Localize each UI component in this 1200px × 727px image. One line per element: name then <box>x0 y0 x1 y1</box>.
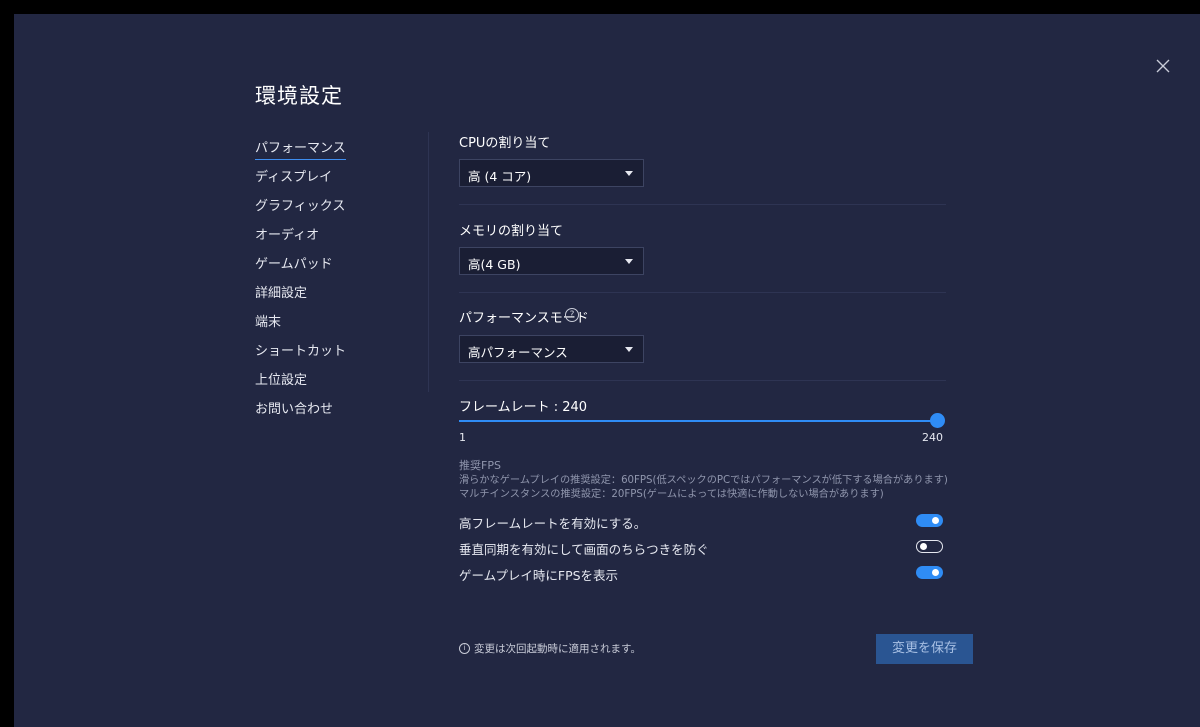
frame-rate-slider-track[interactable] <box>459 420 937 422</box>
high-frame-rate-toggle[interactable] <box>916 514 943 527</box>
sidebar-item-shortcuts[interactable]: ショートカット <box>255 340 346 362</box>
sidebar-item-audio[interactable]: オーディオ <box>255 224 319 246</box>
page-title: 環境設定 <box>255 84 343 108</box>
sidebar-item-advanced[interactable]: 詳細設定 <box>255 282 307 304</box>
sidebar-item-graphics[interactable]: グラフィックス <box>255 195 345 217</box>
recommended-fps-heading: 推奨FPS <box>459 459 501 472</box>
question-circle-icon[interactable]: ? <box>565 308 579 322</box>
vertical-divider <box>428 132 429 392</box>
show-fps-label: ゲームプレイ時にFPSを表示 <box>459 568 619 583</box>
cpu-label: CPUの割り当て <box>459 136 551 151</box>
vsync-label: 垂直同期を有効にして画面のちらつきを防ぐ <box>459 542 709 557</box>
close-icon <box>1156 59 1170 73</box>
section-divider <box>459 380 946 381</box>
performance-mode-select[interactable]: 高パフォーマンス <box>459 335 644 363</box>
section-divider <box>459 204 946 205</box>
recommended-fps-description: 滑らかなゲームプレイの推奨設定：60FPS(低スペックのPCではパフォーマンスが… <box>459 475 948 500</box>
close-button[interactable] <box>1154 57 1172 75</box>
frame-rate-max: 240 <box>922 431 943 444</box>
memory-select[interactable]: 高(4 GB) <box>459 247 644 275</box>
performance-panel: CPUの割り当て 高 (4 コア) メモリの割り当て 高(4 GB) パフォーマ… <box>459 14 973 727</box>
section-divider <box>459 292 946 293</box>
sidebar-item-contact[interactable]: お問い合わせ <box>255 398 333 420</box>
frame-rate-slider-handle[interactable] <box>930 413 945 428</box>
sidebar-item-device[interactable]: 端末 <box>255 311 281 333</box>
toggle-knob <box>932 569 939 576</box>
caret-down-icon <box>625 347 633 352</box>
toggle-knob <box>932 517 939 524</box>
show-fps-toggle[interactable] <box>916 566 943 579</box>
memory-label: メモリの割り当て <box>459 224 564 239</box>
cpu-select[interactable]: 高 (4 コア) <box>459 159 644 187</box>
high-frame-rate-label: 高フレームレートを有効にする。 <box>459 516 647 531</box>
info-circle-icon: i <box>459 643 470 654</box>
performance-mode-select-value: 高パフォーマンス <box>468 345 568 360</box>
settings-window: 環境設定 パフォーマンス ディスプレイ グラフィックス オーディオ ゲームパッド… <box>14 14 1200 727</box>
sidebar-item-upper-settings[interactable]: 上位設定 <box>255 369 307 391</box>
frame-rate-slider-fill <box>459 420 937 422</box>
save-changes-button[interactable]: 変更を保存 <box>876 634 973 664</box>
caret-down-icon <box>625 259 633 264</box>
toggle-knob <box>920 543 927 550</box>
cpu-select-value: 高 (4 コア) <box>468 169 532 184</box>
sidebar-item-gamepad[interactable]: ゲームパッド <box>255 253 333 275</box>
sidebar-item-performance[interactable]: パフォーマンス <box>255 137 346 160</box>
caret-down-icon <box>625 171 633 176</box>
vsync-toggle[interactable] <box>916 540 943 553</box>
restart-notice: 変更は次回起動時に適用されます。 <box>474 643 641 655</box>
memory-select-value: 高(4 GB) <box>468 257 521 272</box>
sidebar-item-display[interactable]: ディスプレイ <box>255 166 332 188</box>
frame-rate-label: フレームレート : 240 <box>459 400 588 415</box>
frame-rate-min: 1 <box>459 431 466 444</box>
